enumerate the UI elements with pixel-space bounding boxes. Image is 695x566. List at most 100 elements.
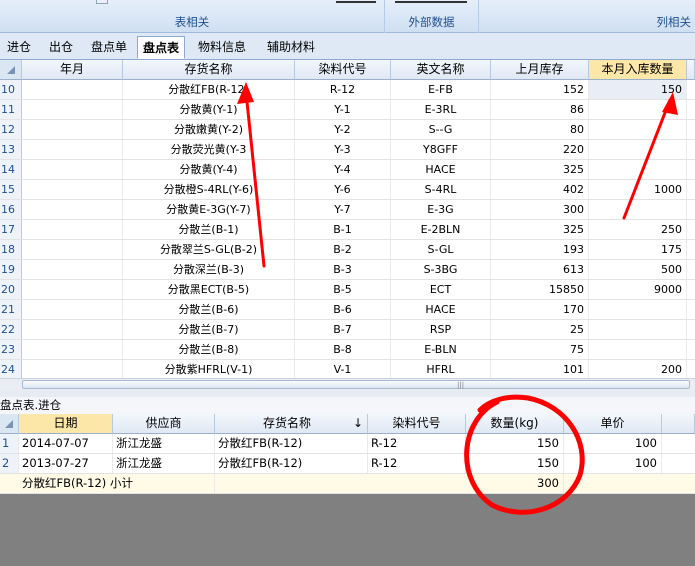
cell-date[interactable]: 2013-07-27 <box>19 454 113 473</box>
cell-item-name[interactable]: 分散红FB(R-12) <box>215 434 368 453</box>
cell-dye-code[interactable]: R-12 <box>368 454 466 473</box>
column-header-item-name[interactable]: 存货名称 <box>123 60 295 80</box>
cell-item-name[interactable]: 分散兰(B-1) <box>123 220 295 239</box>
cell-item-name[interactable]: 分散荧光黄(Y-3 <box>123 140 295 159</box>
horizontal-scrollbar[interactable]: ||| <box>0 378 695 390</box>
cell-last-month-stock[interactable]: 15850 <box>491 280 589 299</box>
cell-item-name[interactable]: 分散深兰(B-3) <box>123 260 295 279</box>
row-number[interactable]: 10 <box>0 80 22 99</box>
cell-english-name[interactable]: ECT <box>391 280 491 299</box>
row-number[interactable]: 11 <box>0 100 22 119</box>
table-row[interactable]: 11 分散黄(Y-1) Y-1 E-3RL 86 <box>0 100 695 120</box>
cell-english-name[interactable]: E-3RL <box>391 100 491 119</box>
cell-month-inbound-qty[interactable] <box>589 320 687 339</box>
row-number[interactable]: 19 <box>0 260 22 279</box>
cell-english-name[interactable]: HFRL <box>391 360 491 378</box>
table-row[interactable]: 20 分散黑ECT(B-5) B-5 ECT 15850 9000 <box>0 280 695 300</box>
cell-item-name[interactable]: 分散紫HFRL(V-1) <box>123 360 295 378</box>
row-number[interactable]: 17 <box>0 220 22 239</box>
table-row[interactable]: 17 分散兰(B-1) B-1 E-2BLN 325 250 <box>0 220 695 240</box>
cell-quantity[interactable]: 150 <box>466 454 564 473</box>
cell-year-month[interactable] <box>22 360 123 378</box>
cell-dye-code[interactable]: R-12 <box>295 80 391 99</box>
cell-dye-code[interactable]: B-2 <box>295 240 391 259</box>
cell-year-month[interactable] <box>22 340 123 359</box>
cell-dye-code[interactable]: Y-3 <box>295 140 391 159</box>
cell-english-name[interactable]: HACE <box>391 300 491 319</box>
cell-supplier[interactable]: 浙江龙盛 <box>113 434 215 453</box>
row-number[interactable]: 18 <box>0 240 22 259</box>
table-row[interactable]: 22 分散兰(B-7) B-7 RSP 25 <box>0 320 695 340</box>
cell-english-name[interactable]: RSP <box>391 320 491 339</box>
cell-last-month-stock[interactable]: 220 <box>491 140 589 159</box>
column-header-unit-price[interactable]: 单价 <box>564 414 662 434</box>
row-number[interactable]: 13 <box>0 140 22 159</box>
cell-month-inbound-qty[interactable]: 500 <box>589 260 687 279</box>
cell-year-month[interactable] <box>22 200 123 219</box>
cell-dye-code[interactable]: B-6 <box>295 300 391 319</box>
table-row[interactable]: 10 分散红FB(R-12) R-12 E-FB 152 150 <box>0 80 695 100</box>
table-row[interactable]: 1 2014-07-07 浙江龙盛 分散红FB(R-12) R-12 150 1… <box>0 434 695 454</box>
cell-month-inbound-qty[interactable]: 9000 <box>589 280 687 299</box>
cell-year-month[interactable] <box>22 220 123 239</box>
cell-month-inbound-qty[interactable] <box>589 340 687 359</box>
sort-descending-icon[interactable]: ↓ <box>353 414 363 433</box>
cell-month-inbound-qty[interactable]: 150 <box>589 80 687 99</box>
column-header-date[interactable]: 日期 <box>19 414 113 434</box>
cell-dye-code[interactable]: Y-2 <box>295 120 391 139</box>
tab-material-info[interactable]: 物料信息 <box>193 36 251 59</box>
row-number[interactable]: 16 <box>0 200 22 219</box>
cell-dye-code[interactable]: B-7 <box>295 320 391 339</box>
tab-inbound[interactable]: 进仓 <box>2 36 36 59</box>
column-header-item-name[interactable]: 存货名称 ↓ <box>215 414 368 434</box>
cell-month-inbound-qty[interactable] <box>589 120 687 139</box>
cell-last-month-stock[interactable]: 75 <box>491 340 589 359</box>
cell-last-month-stock[interactable]: 25 <box>491 320 589 339</box>
row-number[interactable]: 21 <box>0 300 22 319</box>
cell-last-month-stock[interactable]: 300 <box>491 200 589 219</box>
cell-month-inbound-qty[interactable] <box>589 160 687 179</box>
cell-item-name[interactable]: 分散兰(B-7) <box>123 320 295 339</box>
cell-dye-code[interactable]: B-5 <box>295 280 391 299</box>
cell-item-name[interactable]: 分散橙S-4RL(Y-6) <box>123 180 295 199</box>
tab-outbound[interactable]: 出仓 <box>44 36 78 59</box>
cell-last-month-stock[interactable]: 613 <box>491 260 589 279</box>
table-row[interactable]: 14 分散黄(Y-4) Y-4 HACE 325 <box>0 160 695 180</box>
cell-english-name[interactable]: E-2BLN <box>391 220 491 239</box>
cell-item-name[interactable]: 分散兰(B-6) <box>123 300 295 319</box>
cell-english-name[interactable]: E-FB <box>391 80 491 99</box>
table-row[interactable]: 15 分散橙S-4RL(Y-6) Y-6 S-4RL 402 1000 <box>0 180 695 200</box>
cell-dye-code[interactable]: Y-7 <box>295 200 391 219</box>
tab-stocktake-sheet[interactable]: 盘点单 <box>86 36 132 59</box>
cell-item-name[interactable]: 分散嫩黄(Y-2) <box>123 120 295 139</box>
row-number[interactable]: 22 <box>0 320 22 339</box>
scrollbar-thumb[interactable]: ||| <box>22 380 690 389</box>
cell-dye-code[interactable]: B-3 <box>295 260 391 279</box>
cell-last-month-stock[interactable]: 152 <box>491 80 589 99</box>
cell-dye-code[interactable]: B-1 <box>295 220 391 239</box>
select-all-corner[interactable] <box>0 60 22 80</box>
cell-item-name[interactable]: 分散黑ECT(B-5) <box>123 280 295 299</box>
cell-year-month[interactable] <box>22 260 123 279</box>
column-header-dye-code[interactable]: 染料代号 <box>368 414 466 434</box>
cell-date[interactable]: 2014-07-07 <box>19 434 113 453</box>
ribbon-button-fragment[interactable] <box>336 1 376 11</box>
table-row[interactable]: 12 分散嫩黄(Y-2) Y-2 S--G 80 <box>0 120 695 140</box>
table-row[interactable]: 18 分散翠兰S-GL(B-2) B-2 S-GL 193 175 <box>0 240 695 260</box>
cell-last-month-stock[interactable]: 170 <box>491 300 589 319</box>
cell-english-name[interactable]: E-3G <box>391 200 491 219</box>
row-number[interactable]: 14 <box>0 160 22 179</box>
cell-last-month-stock[interactable]: 101 <box>491 360 589 378</box>
cell-month-inbound-qty[interactable] <box>589 300 687 319</box>
column-header-dye-code[interactable]: 染料代号 <box>295 60 391 80</box>
table-row[interactable]: 24 分散紫HFRL(V-1) V-1 HFRL 101 200 <box>0 360 695 378</box>
cell-item-name[interactable]: 分散红FB(R-12) <box>215 454 368 473</box>
row-number[interactable]: 1 <box>0 434 19 453</box>
cell-last-month-stock[interactable]: 80 <box>491 120 589 139</box>
cell-year-month[interactable] <box>22 120 123 139</box>
row-number[interactable]: 2 <box>0 454 19 473</box>
cell-year-month[interactable] <box>22 80 123 99</box>
tab-auxiliary-material[interactable]: 辅助材料 <box>262 36 320 59</box>
cell-dye-code[interactable]: Y-4 <box>295 160 391 179</box>
cell-last-month-stock[interactable]: 86 <box>491 100 589 119</box>
